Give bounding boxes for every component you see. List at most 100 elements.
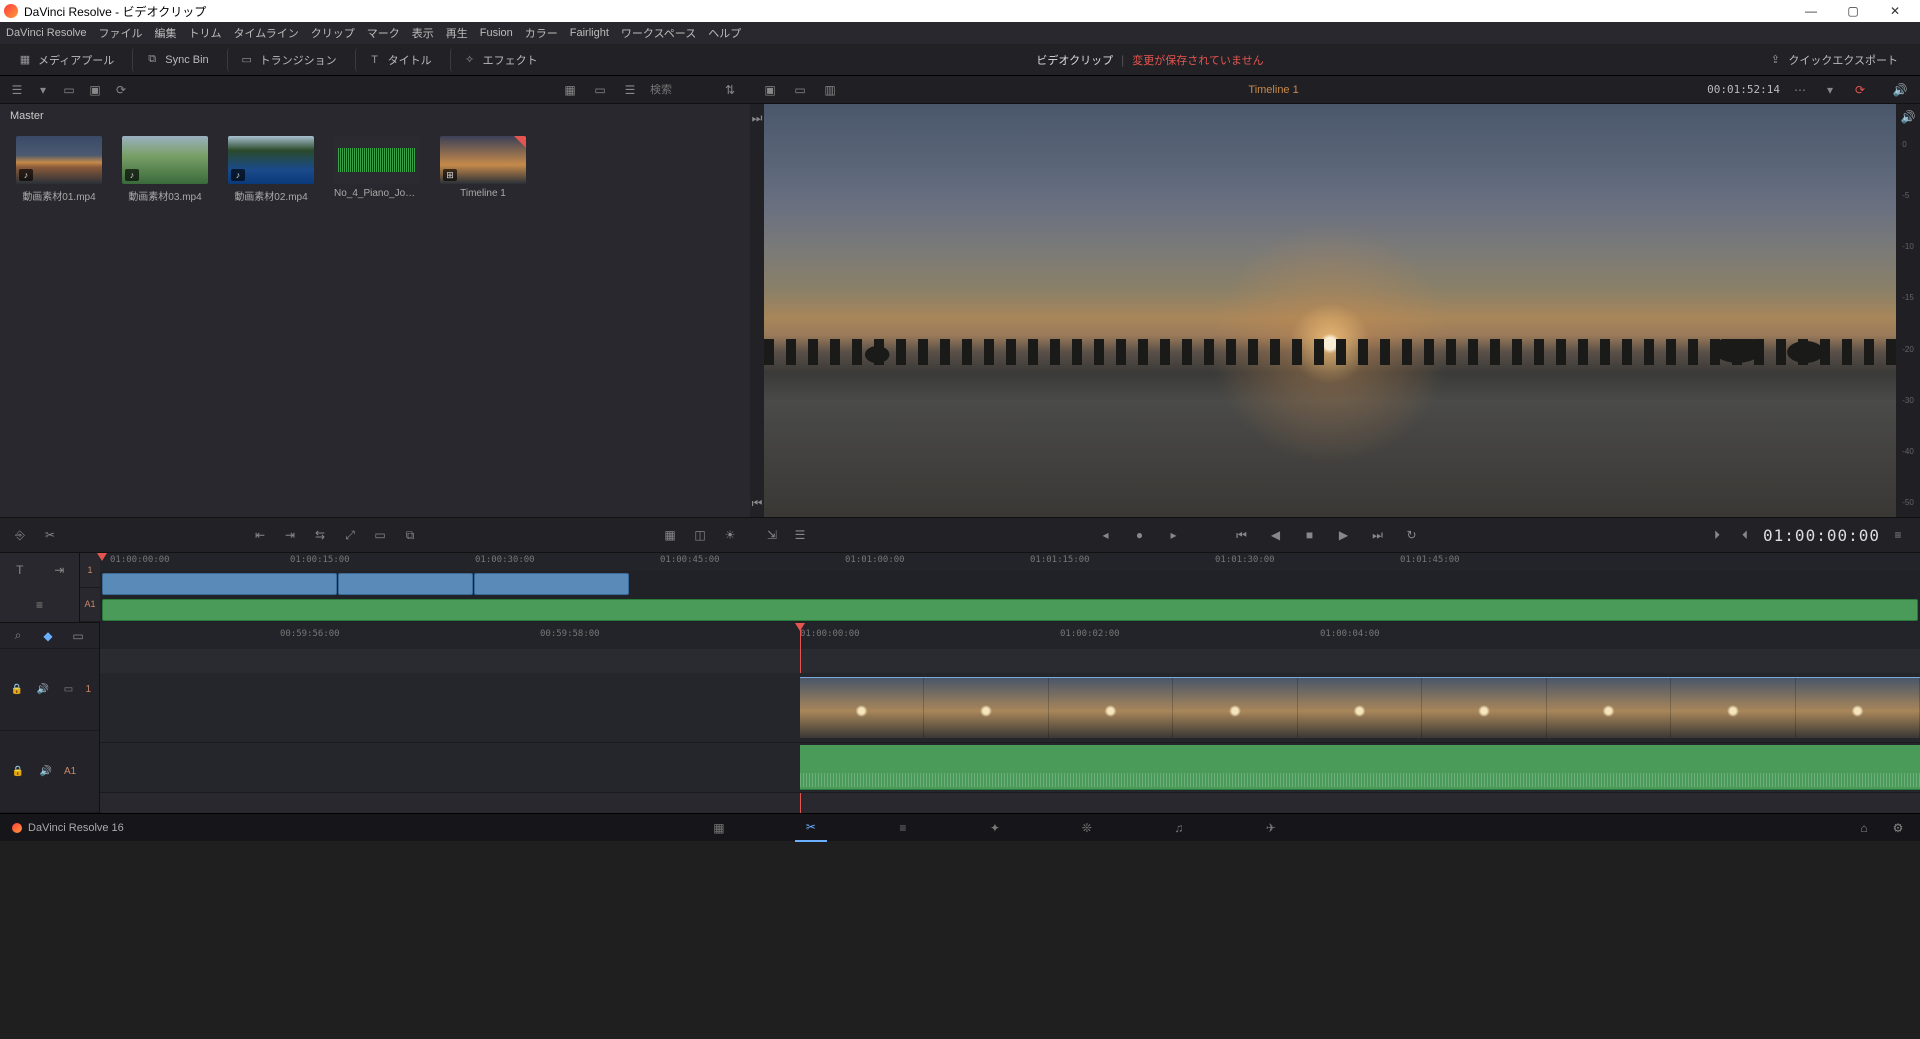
speaker-icon[interactable]: 🔊 — [1890, 80, 1910, 100]
thumbnail-view-button[interactable]: ▦ — [560, 80, 580, 100]
mini-a-label[interactable]: A1 — [80, 588, 100, 623]
video-track-1[interactable] — [100, 673, 1920, 743]
cut-page-button[interactable]: ✂ — [795, 814, 827, 842]
refresh-button[interactable]: ⟳ — [112, 80, 130, 100]
video-clip[interactable] — [800, 677, 1920, 738]
effects-button[interactable]: ✧エフェクト — [450, 48, 550, 72]
source-overwrite-button[interactable]: ⧉ — [400, 525, 420, 545]
go-first-button[interactable]: ⏮ — [1232, 525, 1252, 545]
go-last-button[interactable]: ⏭ — [1368, 525, 1388, 545]
home-button[interactable]: ⌂ — [1854, 818, 1874, 838]
timeline-tool-1[interactable]: T — [10, 560, 30, 580]
close-up-button[interactable]: ⤢ — [340, 525, 360, 545]
menu-item[interactable]: ファイル — [99, 25, 143, 41]
list-view-button[interactable]: ☰ — [620, 80, 640, 100]
timeline-clip[interactable]: ⊞Timeline 1 — [440, 136, 526, 203]
menu-item[interactable]: クリップ — [311, 25, 355, 41]
media-clip[interactable]: ♪動画素材01.mp4 — [16, 136, 102, 203]
append-button[interactable]: ⇥ — [280, 525, 300, 545]
loop-button[interactable]: ↻ — [1402, 525, 1422, 545]
program-viewer[interactable] — [764, 104, 1896, 517]
marker-button[interactable]: ◆ — [38, 626, 58, 646]
flag-button[interactable]: ▭ — [68, 626, 88, 646]
lock-icon[interactable]: 🔒 — [8, 680, 26, 700]
record-button[interactable]: ● — [1130, 525, 1150, 545]
chevron-down-icon[interactable]: ▾ — [1820, 80, 1840, 100]
viewer-mode-3-button[interactable]: ▥ — [820, 80, 840, 100]
menu-item[interactable]: Fusion — [480, 27, 513, 39]
bin-sort-button[interactable]: ☰ — [8, 80, 26, 100]
menu-item[interactable]: マーク — [367, 25, 400, 41]
audio-track-1[interactable] — [100, 743, 1920, 793]
fusion-page-button[interactable]: ✦ — [979, 814, 1011, 842]
timeline-tool-2[interactable]: ⇥ — [49, 560, 69, 580]
menu-item[interactable]: 再生 — [446, 25, 468, 41]
menu-item[interactable]: Fairlight — [570, 27, 609, 39]
prev-marker-button[interactable]: ◂ — [1096, 525, 1116, 545]
media-pool-button[interactable]: ▦メディアプール — [6, 48, 126, 72]
menu-item[interactable]: トリム — [189, 25, 222, 41]
media-clip[interactable]: ♪動画素材02.mp4 — [228, 136, 314, 203]
chevron-down-icon[interactable]: ▾ — [34, 80, 52, 100]
strip-view-button[interactable]: ▭ — [590, 80, 610, 100]
speaker-icon[interactable]: 🔊 — [36, 762, 56, 782]
media-page-button[interactable]: ▦ — [703, 814, 735, 842]
speaker-icon[interactable]: 🔊 — [1901, 110, 1916, 124]
minimize-button[interactable]: — — [1790, 0, 1832, 22]
tools-button-3[interactable]: ☀ — [720, 525, 740, 545]
timeline-tool-3[interactable]: ≡ — [30, 595, 50, 615]
breadcrumb[interactable]: Master — [0, 104, 750, 128]
in-point-button[interactable]: ⏵ — [1707, 525, 1727, 545]
quick-export-button[interactable]: ⇪クイックエクスポート — [1756, 48, 1910, 72]
mini-clip[interactable] — [102, 599, 1918, 621]
audio-clip[interactable] — [800, 745, 1920, 790]
boring-detector-button[interactable]: ⎆ — [10, 525, 30, 545]
track-v1-label[interactable]: 1 — [85, 684, 91, 695]
menu-item[interactable]: タイムライン — [234, 25, 299, 41]
smart-insert-button[interactable]: ⇤ — [250, 525, 270, 545]
mini-ruler[interactable]: 01:00:00:00 01:00:15:00 01:00:30:00 01:0… — [100, 553, 1920, 571]
lock-icon[interactable]: 🔒 — [8, 762, 28, 782]
media-clip[interactable]: No_4_Piano_Jour… — [334, 136, 420, 203]
ripple-overwrite-button[interactable]: ⇆ — [310, 525, 330, 545]
color-page-button[interactable]: ❊ — [1071, 814, 1103, 842]
play-button[interactable]: ▶ — [1334, 525, 1354, 545]
speaker-icon[interactable]: 🔊 — [34, 680, 52, 700]
playhead-timecode[interactable]: 01:00:00:00 — [1763, 526, 1880, 545]
video-enable-icon[interactable]: ▭ — [60, 680, 78, 700]
menu-item[interactable]: 表示 — [412, 25, 434, 41]
tools-button-2[interactable]: ◫ — [690, 525, 710, 545]
timeline-options-button[interactable]: ≡ — [1888, 525, 1908, 545]
out-point-button[interactable]: ⏴ — [1735, 525, 1755, 545]
transform-button[interactable]: ⇲ — [762, 525, 782, 545]
mini-clip[interactable] — [102, 573, 337, 595]
mini-audio-lane[interactable] — [100, 597, 1920, 623]
close-button[interactable]: ✕ — [1874, 0, 1916, 22]
viewer-mode-1-button[interactable]: ▣ — [760, 80, 780, 100]
maximize-button[interactable]: ▢ — [1832, 0, 1874, 22]
filter-button[interactable]: ⇅ — [720, 80, 740, 100]
split-button[interactable]: ✂ — [40, 525, 60, 545]
mini-clip[interactable] — [338, 573, 473, 595]
menu-item[interactable]: DaVinci Resolve — [6, 27, 87, 39]
playhead-icon[interactable] — [97, 553, 107, 561]
settings-button[interactable]: ⚙ — [1888, 818, 1908, 838]
menu-item[interactable]: カラー — [525, 25, 558, 41]
sync-bin-button[interactable]: ⧉Sync Bin — [132, 48, 220, 72]
viewer-options-button[interactable]: ⋯ — [1790, 80, 1810, 100]
snap-button[interactable]: ⌕ — [8, 626, 28, 646]
viewer-mode-2-button[interactable]: ▭ — [790, 80, 810, 100]
search-input[interactable] — [650, 84, 710, 96]
transitions-button[interactable]: ▭トランジション — [227, 48, 349, 72]
edit-page-button[interactable]: ≡ — [887, 814, 919, 842]
track-a1-label[interactable]: A1 — [64, 766, 76, 777]
deliver-page-button[interactable]: ✈ — [1255, 814, 1287, 842]
bypass-button[interactable]: ⟳ — [1850, 80, 1870, 100]
place-on-top-button[interactable]: ▭ — [370, 525, 390, 545]
tools-button-1[interactable]: ▦ — [660, 525, 680, 545]
titles-button[interactable]: Tタイトル — [355, 48, 444, 72]
mini-clip[interactable] — [474, 573, 629, 595]
main-ruler[interactable]: 00:59:56:00 00:59:58:00 01:00:00:00 01:0… — [100, 623, 1920, 649]
menu-item[interactable]: ワークスペース — [621, 25, 696, 41]
import-button[interactable]: ▣ — [86, 80, 104, 100]
